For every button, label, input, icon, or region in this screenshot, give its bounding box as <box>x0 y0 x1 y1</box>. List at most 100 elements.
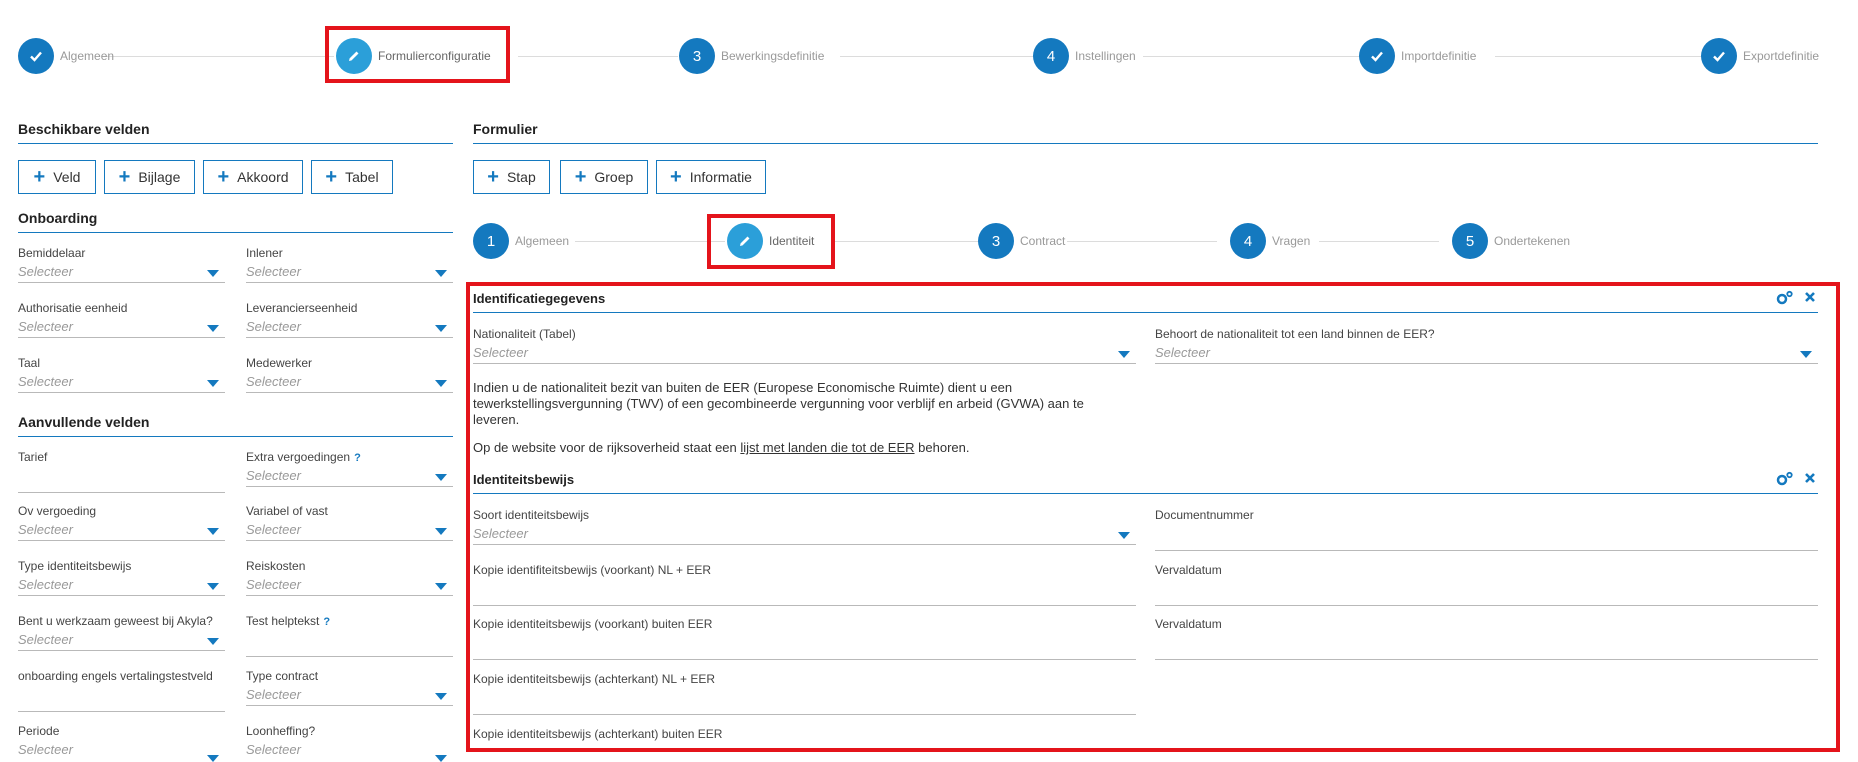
group-actions <box>1776 290 1816 309</box>
check-icon <box>18 38 54 74</box>
info-text-eer: Op de website voor de rijksoverheid staa… <box>473 440 1153 456</box>
field-label: Kopie identiteitsbewijs (voorkant) buite… <box>473 617 713 631</box>
divider <box>473 493 1818 494</box>
step-number: 1 <box>473 223 509 259</box>
field-value <box>18 468 225 492</box>
help-icon[interactable]: ? <box>354 452 361 464</box>
add-tabel-button[interactable]: + Tabel <box>311 160 393 194</box>
form-step-algemeen[interactable]: 1 Algemeen <box>473 223 569 259</box>
field-vervaldatum[interactable]: Vervaldatum <box>1155 563 1818 606</box>
field-kopie-achterkant-buiten[interactable]: Kopie identiteitsbewijs (achterkant) bui… <box>473 727 1136 741</box>
field-inlener[interactable]: Inlener Selecteer <box>246 246 453 283</box>
form-stepper: 1 Algemeen Identiteit 3 Contract 4 Vrage… <box>473 223 1573 259</box>
field-loonheffing[interactable]: Loonheffing? Selecteer <box>246 724 453 762</box>
divider <box>473 143 1818 144</box>
step-connector <box>840 56 1038 57</box>
field-label: Type contract <box>246 669 319 683</box>
field-leverancierseenheid[interactable]: Leverancierseenheid Selecteer <box>246 301 453 338</box>
plus-icon: + <box>670 166 682 188</box>
group-actions <box>1776 471 1816 490</box>
chevron-down-icon <box>207 380 219 387</box>
field-vervaldatum-2[interactable]: Vervaldatum <box>1155 617 1818 660</box>
help-icon[interactable]: ? <box>323 616 330 628</box>
add-informatie-button[interactable]: + Informatie <box>656 160 766 194</box>
field-onboarding-engels[interactable]: onboarding engels vertalingstestveld <box>18 669 225 712</box>
check-icon <box>1701 38 1737 74</box>
field-soort-identiteitsbewijs[interactable]: Soort identiteitsbewijs Selecteer <box>473 508 1136 545</box>
chevron-down-icon <box>435 270 447 277</box>
field-value <box>473 581 1136 605</box>
close-icon[interactable] <box>1804 290 1816 309</box>
gears-icon[interactable] <box>1776 471 1794 490</box>
info-text: Op de website voor de rijksoverheid staa… <box>473 440 741 455</box>
field-value <box>18 687 225 711</box>
eer-list-link[interactable]: lijst met landen die tot de EER <box>740 440 914 455</box>
field-label: Periode <box>18 724 60 738</box>
field-label: Medewerker <box>246 356 313 370</box>
field-value: Selecteer <box>246 687 301 702</box>
field-authorisatie-eenheid[interactable]: Authorisatie eenheid Selecteer <box>18 301 225 338</box>
field-value <box>473 635 1136 659</box>
field-werkzaam-akyla[interactable]: Bent u werkzaam geweest bij Akyla? Selec… <box>18 614 225 651</box>
field-label: Vervaldatum <box>1155 563 1222 577</box>
step-exportdefinitie[interactable]: Exportdefinitie <box>1701 38 1819 74</box>
field-nationaliteit-eer[interactable]: Behoort de nationaliteit tot een land bi… <box>1155 327 1818 364</box>
field-nationaliteit[interactable]: Nationaliteit (Tabel) Selecteer <box>473 327 1136 364</box>
step-number: 3 <box>978 223 1014 259</box>
highlight-box <box>707 214 835 269</box>
field-kopie-achterkant-nl[interactable]: Kopie identiteitsbewijs (achterkant) NL … <box>473 672 1136 715</box>
divider <box>473 312 1818 313</box>
step-label: Bewerkingsdefinitie <box>721 49 825 63</box>
plus-icon: + <box>325 166 338 188</box>
step-label: Algemeen <box>515 234 570 248</box>
add-stap-button[interactable]: + Stap <box>473 160 550 194</box>
add-groep-button[interactable]: + Groep <box>560 160 648 194</box>
step-importdefinitie[interactable]: Importdefinitie <box>1359 38 1476 74</box>
field-variabel-of-vast[interactable]: Variabel of vast Selecteer <box>246 504 453 541</box>
field-value: Selecteer <box>246 264 301 279</box>
form-step-ondertekenen[interactable]: 5 Ondertekenen <box>1452 223 1570 259</box>
info-text: behoren. <box>914 440 970 455</box>
field-tarief[interactable]: Tarief <box>18 450 225 493</box>
field-documentnummer[interactable]: Documentnummer <box>1155 508 1818 551</box>
plus-icon: + <box>574 166 587 188</box>
form-step-contract[interactable]: 3 Contract <box>978 223 1065 259</box>
field-value: Selecteer <box>246 522 301 537</box>
step-algemeen[interactable]: Algemeen <box>18 38 114 74</box>
field-value: Selecteer <box>18 522 73 537</box>
close-icon[interactable] <box>1804 471 1816 490</box>
add-akkoord-button[interactable]: + Akkoord <box>203 160 303 194</box>
field-bemiddelaar[interactable]: Bemiddelaar Selecteer <box>18 246 225 283</box>
field-kopie-voorkant-buiten[interactable]: Kopie identiteitsbewijs (voorkant) buite… <box>473 617 1136 660</box>
button-label: Akkoord <box>237 169 289 185</box>
field-value: Selecteer <box>18 632 73 647</box>
field-type-contract[interactable]: Type contract Selecteer <box>246 669 453 706</box>
info-line: tewerkstellingsvergunning (TWV) of een g… <box>473 396 1084 411</box>
field-value: Selecteer <box>18 264 73 279</box>
field-periode[interactable]: Periode Selecteer <box>18 724 225 762</box>
add-bijlage-button[interactable]: + Bijlage <box>104 160 195 194</box>
chevron-down-icon <box>435 380 447 387</box>
step-label: Instellingen <box>1075 49 1136 63</box>
plus-icon: + <box>217 166 230 188</box>
field-value: Selecteer <box>246 577 301 592</box>
field-label: Variabel of vast <box>246 504 328 518</box>
field-label: Kopie identiteitsbewijs (achterkant) bui… <box>473 727 723 741</box>
field-type-identiteitsbewijs[interactable]: Type identiteitsbewijs Selecteer <box>18 559 225 596</box>
check-icon <box>1359 38 1395 74</box>
add-veld-button[interactable]: + Veld <box>18 160 96 194</box>
field-kopie-voorkant-nl[interactable]: Kopie identifiteitsbewijs (voorkant) NL … <box>473 563 1136 606</box>
field-medewerker[interactable]: Medewerker Selecteer <box>246 356 453 393</box>
field-label: Reiskosten <box>246 559 306 573</box>
field-taal[interactable]: Taal Selecteer <box>18 356 225 393</box>
field-reiskosten[interactable]: Reiskosten Selecteer <box>246 559 453 596</box>
chevron-down-icon <box>207 528 219 535</box>
gears-icon[interactable] <box>1776 290 1794 309</box>
step-instellingen[interactable]: 4 Instellingen <box>1033 38 1136 74</box>
step-bewerkingsdefinitie[interactable]: 3 Bewerkingsdefinitie <box>679 38 824 74</box>
field-test-helptekst[interactable]: Test helptekst? <box>246 614 453 657</box>
field-label: Inlener <box>246 246 283 260</box>
form-step-vragen[interactable]: 4 Vragen <box>1230 223 1310 259</box>
field-ov-vergoeding[interactable]: Ov vergoeding Selecteer <box>18 504 225 541</box>
field-extra-vergoedingen[interactable]: Extra vergoedingen? Selecteer <box>246 450 453 487</box>
